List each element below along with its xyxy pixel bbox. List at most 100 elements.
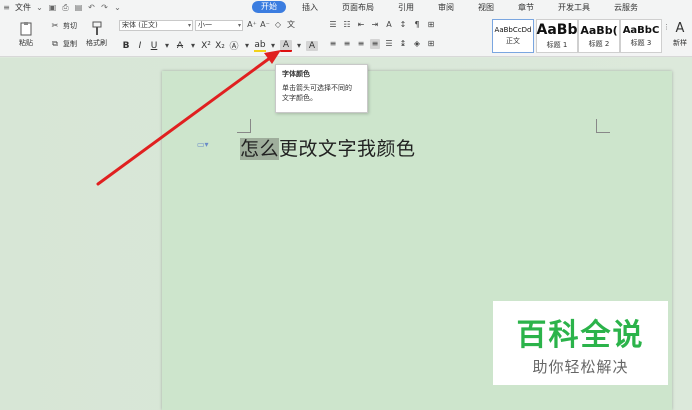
customize-icon[interactable]: ⌄	[113, 3, 122, 12]
quick-access: ≡ 文件 ⌄ ▣ ⎙ ▤ ↶ ↷ ⌄	[2, 0, 122, 15]
style-preview: AaBb(	[580, 23, 618, 37]
font-name-select[interactable]: 宋体 (正文) ▾	[119, 20, 193, 31]
align-center-icon[interactable]: ≡	[342, 39, 352, 49]
style-label: 标题 3	[630, 38, 652, 47]
chevron-down-icon[interactable]: ⌄	[35, 3, 44, 12]
tab-references[interactable]: 引用	[386, 0, 426, 15]
tab-developer[interactable]: 开发工具	[546, 0, 602, 15]
text-effect-icon[interactable]: Ⓐ	[228, 39, 240, 52]
brush-icon	[92, 21, 101, 35]
style-preview: AaBb	[536, 22, 578, 38]
file-menu[interactable]: 文件	[15, 0, 31, 15]
tab-home[interactable]: 开始	[252, 1, 286, 13]
line-spacing-icon[interactable]: ↨	[398, 39, 408, 49]
document-text[interactable]: 怎么更改文字我颜色	[240, 134, 416, 161]
preview-icon[interactable]: ▤	[74, 3, 83, 12]
chevron-down-icon[interactable]: ▾	[188, 41, 198, 51]
style-label: 正文	[506, 37, 520, 45]
distributed-icon[interactable]: ☰	[384, 39, 394, 49]
paste-button[interactable]: 粘贴	[18, 21, 34, 48]
watermark: 百科全说 助你轻松解决	[493, 301, 668, 385]
new-style-icon: A	[675, 21, 685, 36]
numbered-list-icon[interactable]: ☷	[342, 20, 352, 30]
show-marks-icon[interactable]: ¶	[412, 20, 422, 30]
tab-page-layout[interactable]: 页面布局	[330, 0, 386, 15]
ribbon: 粘贴 ✂ 剪切 ⧉ 复制 格式刷 宋体 (正文) ▾ 小一 ▾ A⁺ A⁻ ◇ …	[0, 15, 692, 57]
selected-text[interactable]: 怎么	[240, 138, 280, 160]
new-style-button[interactable]: A 新样	[672, 21, 688, 48]
align-left-icon[interactable]: ≡	[328, 39, 338, 49]
tooltip-line-2: 文字颜色。	[282, 94, 317, 102]
align-right-icon[interactable]: ≡	[356, 39, 366, 49]
clear-format-icon[interactable]: ◇	[273, 20, 283, 30]
body-text[interactable]: 更改文字我颜色	[279, 138, 416, 160]
phonetic-icon[interactable]: 文	[286, 20, 296, 30]
table-border-icon[interactable]: ⊞	[426, 20, 436, 30]
font-size-select[interactable]: 小一 ▾	[195, 20, 243, 31]
italic-icon[interactable]: I	[134, 41, 146, 51]
undo-icon[interactable]: ↶	[87, 3, 96, 12]
chevron-down-icon: ▾	[237, 22, 241, 29]
styles-scroll-icon[interactable]: ⋮	[663, 23, 670, 31]
print-icon[interactable]: ⎙	[61, 3, 70, 12]
font-size-tools: A⁺ A⁻ ◇ 文	[247, 20, 296, 30]
tooltip-title: 字体颜色	[282, 70, 310, 78]
change-case-icon[interactable]: A	[384, 20, 394, 30]
cut-button[interactable]: ✂ 剪切	[50, 21, 77, 31]
chevron-down-icon[interactable]: ▾	[162, 41, 172, 51]
strikethrough-icon[interactable]: A	[174, 41, 186, 51]
format-painter-button[interactable]: 格式刷	[86, 21, 107, 48]
chevron-down-icon[interactable]: ▾	[242, 41, 252, 51]
subscript-icon[interactable]: X₂	[214, 41, 226, 51]
font-format-row: B I U ▾ A ▾ X² X₂ Ⓐ ▾ ab ▾ A ▾ A	[120, 39, 318, 52]
font-color-tooltip: 字体颜色 单击箭头可选择不同的 文字颜色。	[275, 64, 368, 113]
save-icon[interactable]: ▣	[48, 3, 57, 12]
shrink-font-icon[interactable]: A⁻	[260, 20, 270, 30]
paragraph-handle-icon[interactable]: ▭▾	[197, 140, 209, 149]
paragraph-row-1: ☰ ☷ ⇤ ⇥ A ↕ ¶ ⊞	[328, 20, 436, 30]
underline-icon[interactable]: U	[148, 41, 160, 51]
bold-icon[interactable]: B	[120, 41, 132, 51]
paste-icon	[20, 22, 32, 36]
font-size-value: 小一	[198, 21, 212, 29]
style-heading-3[interactable]: AaBbC 标题 3	[620, 19, 662, 53]
tab-insert[interactable]: 插入	[290, 0, 330, 15]
justify-icon[interactable]: ≡	[370, 39, 380, 49]
copy-icon: ⧉	[52, 39, 58, 48]
borders-icon[interactable]: ⊞	[426, 39, 436, 49]
copy-button[interactable]: ⧉ 复制	[50, 39, 77, 49]
grow-font-icon[interactable]: A⁺	[247, 20, 257, 30]
bullet-list-icon[interactable]: ☰	[328, 20, 338, 30]
hamburger-icon[interactable]: ≡	[2, 3, 11, 12]
font-color-dropdown-icon[interactable]: ▾	[294, 41, 304, 51]
watermark-title: 百科全说	[516, 317, 645, 353]
tab-cloud[interactable]: 云服务	[602, 0, 650, 15]
style-normal[interactable]: AaBbCcDd 正文	[492, 19, 534, 53]
font-color-icon[interactable]: A	[280, 39, 292, 52]
redo-icon[interactable]: ↷	[100, 3, 109, 12]
scissors-icon: ✂	[51, 21, 59, 30]
paragraph-row-2: ≡ ≡ ≡ ≡ ☰ ↨ ◈ ⊞	[328, 39, 436, 49]
tab-review[interactable]: 审阅	[426, 0, 466, 15]
style-preview: AaBbC	[622, 24, 660, 36]
shading-icon[interactable]: ◈	[412, 39, 422, 49]
chevron-down-icon: ▾	[187, 22, 191, 29]
style-preview: AaBbCcDd	[494, 26, 532, 34]
font-name-value: 宋体 (正文)	[122, 21, 158, 29]
increase-indent-icon[interactable]: ⇥	[370, 20, 380, 30]
new-style-label: 新样	[673, 39, 687, 47]
tab-section[interactable]: 章节	[506, 0, 546, 15]
style-heading-1[interactable]: AaBb 标题 1	[536, 19, 578, 53]
chevron-down-icon[interactable]: ▾	[268, 41, 278, 51]
highlight-icon[interactable]: ab	[254, 40, 266, 52]
style-heading-2[interactable]: AaBb( 标题 2	[578, 19, 620, 53]
decrease-indent-icon[interactable]: ⇤	[356, 20, 366, 30]
sort-icon[interactable]: ↕	[398, 20, 408, 30]
menu-bar: ≡ 文件 ⌄ ▣ ⎙ ▤ ↶ ↷ ⌄ 开始 插入 页面布局 引用 审阅 视图 章…	[0, 0, 692, 15]
tab-view[interactable]: 视图	[466, 0, 506, 15]
char-shading-icon[interactable]: A	[306, 40, 318, 51]
paste-label: 粘贴	[19, 39, 33, 47]
cut-label: 剪切	[63, 22, 77, 30]
tooltip-line-1: 单击箭头可选择不同的	[282, 84, 352, 92]
superscript-icon[interactable]: X²	[200, 41, 212, 51]
